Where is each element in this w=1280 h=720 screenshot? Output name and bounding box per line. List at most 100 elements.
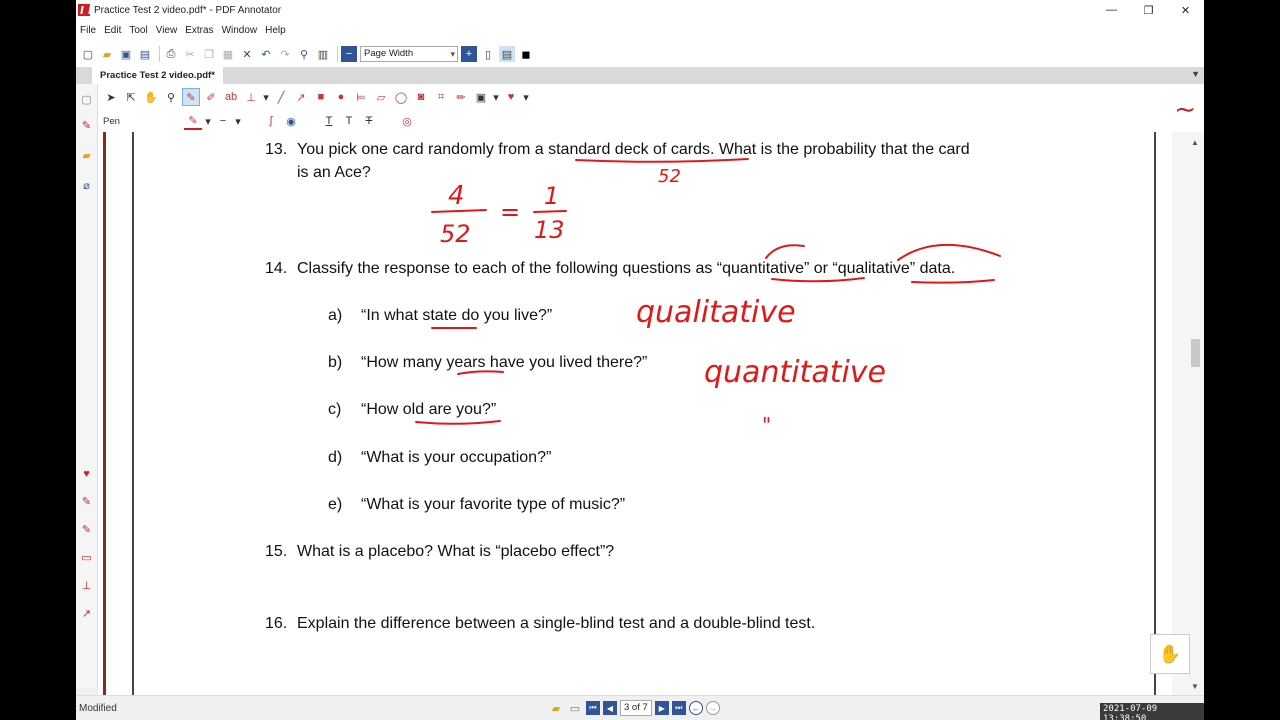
text-tool-icon[interactable]: ab: [222, 88, 240, 106]
text-strike-icon[interactable]: T: [360, 112, 378, 130]
scroll-up-arrow-icon[interactable]: ▲: [1191, 138, 1199, 147]
more-tools-chevron-icon[interactable]: ▾: [262, 88, 270, 106]
window-title: Practice Test 2 video.pdf* - PDF Annotat…: [94, 4, 282, 16]
previous-page-icon[interactable]: ◀: [603, 701, 617, 715]
text-subscript-icon[interactable]: T: [340, 112, 358, 130]
favorite-pen-icon[interactable]: ✎: [79, 494, 94, 509]
cut-icon[interactable]: ✂: [182, 46, 198, 62]
paste-icon[interactable]: ▦: [220, 46, 236, 62]
paperclip-icon[interactable]: ⌀: [79, 178, 94, 193]
menu-edit[interactable]: Edit: [104, 25, 121, 36]
image-tool-icon[interactable]: ▣: [472, 88, 490, 106]
redo-icon[interactable]: ↷: [277, 46, 293, 62]
pen-tool-icon[interactable]: ✎: [182, 88, 200, 106]
delete-icon[interactable]: ✕: [239, 46, 255, 62]
zoom-out-icon[interactable]: −: [341, 46, 357, 62]
undo-icon[interactable]: ↶: [258, 46, 274, 62]
scroll-down-arrow-icon[interactable]: ▼: [1191, 682, 1199, 691]
print-icon[interactable]: ⎙: [163, 46, 179, 62]
favorite-add-icon[interactable]: ◎: [398, 112, 416, 130]
bookmark-icon[interactable]: ▰: [548, 700, 564, 716]
pressure-icon[interactable]: ◉: [282, 112, 300, 130]
crop-tool-icon[interactable]: ⌗: [432, 88, 450, 106]
pen-icon[interactable]: ✎: [79, 118, 94, 133]
pen-color-icon[interactable]: ✎: [184, 112, 202, 130]
page-number-field[interactable]: 3 of 7: [620, 700, 652, 716]
save-all-icon[interactable]: ▤: [137, 46, 153, 62]
page-navigator: ▰ ▭ ⏮ ◀ 3 of 7 ▶ ⏭ ← →: [548, 700, 723, 716]
hand-tool-icon[interactable]: ✋: [142, 88, 160, 106]
status-bar: Modified ▰ ▭ ⏮ ◀ 3 of 7 ▶ ⏭ ← → 2021-07-…: [76, 695, 1204, 720]
thumbnails-icon[interactable]: ▥: [315, 46, 331, 62]
fullscreen-icon[interactable]: ◼: [518, 46, 534, 62]
favorite-text-icon[interactable]: ▭: [79, 550, 94, 565]
zoom-in-icon[interactable]: +: [461, 46, 477, 62]
handwriting-answer-a: qualitative: [636, 295, 796, 330]
underline-qualitative: [911, 279, 995, 284]
print-preview-icon[interactable]: ▭: [567, 700, 583, 716]
copy-icon[interactable]: ❐: [201, 46, 217, 62]
menu-tool[interactable]: Tool: [129, 25, 147, 36]
text-format-icon[interactable]: T: [320, 112, 338, 130]
tab-document[interactable]: Practice Test 2 video.pdf*: [92, 67, 223, 84]
new-document-icon[interactable]: ▢: [80, 46, 96, 62]
menu-window[interactable]: Window: [222, 25, 258, 36]
stamp-tool-icon[interactable]: ⊥: [242, 88, 260, 106]
document-status: Modified: [79, 703, 117, 714]
favorite-stamp-icon[interactable]: ⊥: [79, 578, 94, 593]
line-style-icon[interactable]: −: [214, 112, 232, 130]
favorites-chevron-icon[interactable]: ▾: [522, 88, 530, 106]
pen-color-chevron-icon[interactable]: ▾: [204, 112, 212, 130]
tool-name-label: Pen: [103, 116, 120, 127]
first-page-icon[interactable]: ⏮: [586, 701, 600, 715]
hand-gesture-button-icon[interactable]: ✋: [1150, 634, 1190, 674]
continuous-page-icon[interactable]: ▤: [499, 46, 515, 62]
line-style-chevron-icon[interactable]: ▾: [234, 112, 242, 130]
menu-file[interactable]: File: [80, 25, 96, 36]
recording-timestamp: 2021-07-09 13:38:50: [1100, 703, 1204, 720]
circle-qualitative: [897, 243, 1001, 261]
measure-tool-icon[interactable]: ⊨: [352, 88, 370, 106]
favorites-heart-icon[interactable]: ♥: [502, 88, 520, 106]
brush-tool-icon[interactable]: ✏: [452, 88, 470, 106]
last-page-icon[interactable]: ⏭: [671, 701, 686, 715]
scrollbar-thumb[interactable]: [1191, 339, 1200, 367]
rectangle-tool-icon[interactable]: ■: [312, 88, 330, 106]
next-page-icon[interactable]: ▶: [654, 701, 669, 715]
eraser-tool-icon[interactable]: ▱: [372, 88, 390, 106]
image-tool-chevron-icon[interactable]: ▾: [492, 88, 500, 106]
ink-annotations: 52 4 52 = 1 13 qualitative quantitative …: [415, 158, 1001, 437]
vertical-scrollbar[interactable]: ▲ ▼: [1172, 132, 1204, 695]
zoom-select[interactable]: Page Width: [360, 46, 458, 62]
document-view[interactable]: 13. You pick one card randomly from a st…: [98, 132, 1194, 695]
single-page-icon[interactable]: ▯: [480, 46, 496, 62]
toolbar-separator: [159, 46, 160, 62]
ellipse-tool-icon[interactable]: ●: [332, 88, 350, 106]
find-icon[interactable]: ⚲: [296, 46, 312, 62]
favorite-heart-icon[interactable]: ♥: [79, 466, 94, 481]
menu-view[interactable]: View: [156, 25, 178, 36]
open-folder-icon[interactable]: ▰: [99, 46, 115, 62]
favorite-marker-icon[interactable]: ✎: [79, 522, 94, 537]
line-tool-icon[interactable]: ╱: [272, 88, 290, 106]
maximize-button[interactable]: ❐: [1130, 0, 1167, 20]
menu-help[interactable]: Help: [265, 25, 286, 36]
highlighter-tool-icon[interactable]: ✐: [202, 88, 220, 106]
comment-tool-icon[interactable]: ◯: [392, 88, 410, 106]
folder-icon[interactable]: ▰: [79, 148, 94, 163]
select-arrow-icon[interactable]: ➤: [102, 88, 120, 106]
close-button[interactable]: ✕: [1167, 0, 1204, 20]
back-icon[interactable]: ←: [688, 701, 703, 715]
forward-icon[interactable]: →: [705, 701, 720, 715]
menu-extras[interactable]: Extras: [185, 25, 213, 36]
camera-tool-icon[interactable]: ◙: [412, 88, 430, 106]
page-icon[interactable]: ▢: [79, 92, 94, 107]
favorite-arrow-icon[interactable]: ↗: [79, 606, 94, 621]
tab-list-chevron-down-icon[interactable]: ▼: [1191, 69, 1200, 79]
zoom-tool-icon[interactable]: ⚲: [162, 88, 180, 106]
arrow-tool-icon[interactable]: ↗: [292, 88, 310, 106]
text-select-icon[interactable]: ⇱: [122, 88, 140, 106]
save-icon[interactable]: ▣: [118, 46, 134, 62]
smooth-curve-icon[interactable]: ∫: [262, 112, 280, 130]
minimize-button[interactable]: —: [1093, 0, 1130, 20]
